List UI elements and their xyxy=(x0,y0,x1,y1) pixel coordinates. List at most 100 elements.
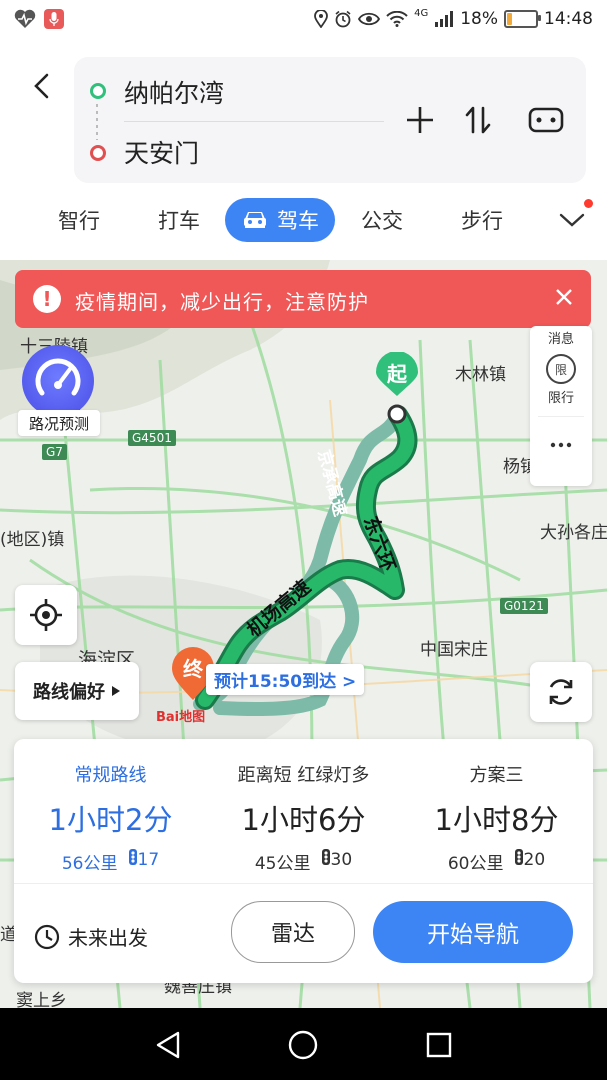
route-option-meta: 45公里 30 xyxy=(207,849,400,874)
locate-button[interactable] xyxy=(15,585,77,645)
map-label: 窦上乡 xyxy=(16,991,67,1008)
destination-dot xyxy=(90,145,106,161)
route-option-duration: 1小时6分 xyxy=(241,803,366,837)
future-departure-button[interactable]: 未来出发 xyxy=(34,922,148,951)
close-alert-button[interactable] xyxy=(551,284,577,310)
traffic-light-value: 30 xyxy=(330,850,353,870)
more-options-button[interactable] xyxy=(530,434,592,453)
close-icon xyxy=(556,289,572,305)
car-settings-button[interactable] xyxy=(526,100,566,140)
route-option-name: 距离短 红绿灯多 xyxy=(237,765,370,786)
route-input-divider xyxy=(124,121,384,122)
tab-smart[interactable]: 智行 xyxy=(40,198,118,242)
square-recents-icon xyxy=(426,1032,452,1058)
add-waypoint-button[interactable] xyxy=(400,100,440,140)
route-option-meta: 60公里 20 xyxy=(400,849,593,874)
signal-icon xyxy=(435,11,454,27)
route-option-duration: 1小时2分 xyxy=(48,803,173,837)
route-option-meta: 56公里 17 xyxy=(14,849,207,874)
status-left xyxy=(14,9,64,29)
future-departure-label: 未来出发 xyxy=(68,926,148,950)
alarm-icon xyxy=(335,10,351,28)
location-icon xyxy=(314,10,328,28)
alert-text: 疫情期间，减少出行，注意防护 xyxy=(75,290,369,314)
car-front-icon xyxy=(528,107,564,133)
more-dots-icon xyxy=(550,442,572,448)
swap-route-button[interactable] xyxy=(458,100,498,140)
refresh-route-button[interactable] xyxy=(530,662,592,722)
traffic-limit-button[interactable]: 限 限行 xyxy=(530,354,592,412)
info-icon: ! xyxy=(33,285,61,313)
route-option[interactable]: 方案三 1小时8分 60公里 20 xyxy=(400,761,593,874)
limit-label: 限行 xyxy=(547,391,574,406)
highway-shield: G4501 xyxy=(128,430,176,446)
route-option-name: 方案三 xyxy=(469,765,524,786)
route-preference-button[interactable]: 路线偏好 xyxy=(15,662,139,720)
start-marker[interactable]: 起 xyxy=(374,352,420,424)
eye-icon xyxy=(358,12,381,26)
caret-right-icon xyxy=(112,686,120,696)
clock: 14:48 xyxy=(544,9,593,29)
tab-taxi[interactable]: 打车 xyxy=(140,198,218,242)
tab-drive[interactable]: 驾车 xyxy=(225,198,335,242)
chevron-left-icon xyxy=(34,73,49,99)
origin-field[interactable]: 纳帕尔湾 xyxy=(124,74,224,110)
highway-shield: G7 xyxy=(42,444,67,460)
traffic-prediction-button[interactable] xyxy=(22,345,94,417)
highway-shield: G0121 xyxy=(500,598,548,614)
status-bar: 4G 18% 14:48 xyxy=(0,0,607,42)
route-option[interactable]: 距离短 红绿灯多 1小时6分 45公里 30 xyxy=(207,761,400,874)
tab-walk[interactable]: 步行 xyxy=(443,198,521,242)
nav-home-button[interactable] xyxy=(286,1028,320,1062)
limit-icon: 限 xyxy=(546,354,576,384)
traffic-light-count: 17 xyxy=(128,849,159,874)
triangle-back-icon xyxy=(156,1031,180,1059)
map-side-panel: 消息 限 限行 xyxy=(530,326,592,486)
route-option-duration: 1小时8分 xyxy=(434,803,559,837)
status-right: 4G 18% 14:48 xyxy=(314,8,593,29)
nav-recents-button[interactable] xyxy=(422,1028,456,1062)
card-divider xyxy=(14,883,593,884)
system-navigation-bar xyxy=(0,1008,607,1080)
back-button[interactable] xyxy=(28,70,56,102)
message-label[interactable]: 消息 xyxy=(530,328,592,347)
nav-back-button[interactable] xyxy=(152,1028,186,1062)
route-dots-connector xyxy=(96,104,98,140)
eta-bubble[interactable]: 预计15:50到达 > xyxy=(206,664,365,695)
plus-icon xyxy=(407,107,433,133)
route-option-distance: 56公里 xyxy=(61,854,118,874)
route-option-name: 常规路线 xyxy=(74,765,147,786)
traffic-light-icon xyxy=(321,849,330,865)
destination-field[interactable]: 天安门 xyxy=(124,134,199,170)
swap-icon xyxy=(465,106,491,134)
baidu-logo-text: Bai地图 xyxy=(156,710,206,725)
route-option[interactable]: 常规路线 1小时2分 56公里 17 xyxy=(14,761,207,874)
clock-icon xyxy=(34,924,60,949)
circle-home-icon xyxy=(288,1030,318,1060)
tab-drive-label: 驾车 xyxy=(277,209,319,233)
traffic-light-icon xyxy=(514,849,523,865)
mic-recording-icon xyxy=(44,9,64,29)
panel-divider xyxy=(538,416,584,417)
baidu-map-logo: Bai地图 xyxy=(156,706,205,725)
health-icon xyxy=(14,9,36,28)
map-label: (地区)镇 xyxy=(0,530,65,550)
route-preference-label: 路线偏好 xyxy=(33,682,105,703)
traffic-prediction-label[interactable]: 路况预测 xyxy=(18,410,100,436)
epidemic-alert-banner: ! 疫情期间，减少出行，注意防护 xyxy=(15,270,591,328)
notification-dot xyxy=(584,199,593,208)
origin-dot xyxy=(90,83,106,99)
route-options-card: 常规路线 1小时2分 56公里 17 距离短 红绿灯多 1小时6分 45公里 3… xyxy=(14,739,593,983)
map-label: 中国宋庄 xyxy=(420,640,488,660)
speedometer-icon xyxy=(35,358,81,396)
car-icon xyxy=(244,212,266,228)
battery-percent: 18% xyxy=(460,9,498,29)
radar-button[interactable]: 雷达 xyxy=(231,901,355,963)
map-label: 木林镇 xyxy=(455,365,506,385)
traffic-light-value: 20 xyxy=(523,850,546,870)
start-navigation-button[interactable]: 开始导航 xyxy=(373,901,573,963)
traffic-light-icon xyxy=(128,849,137,865)
tab-transit[interactable]: 公交 xyxy=(343,198,421,242)
route-option-distance: 60公里 xyxy=(447,854,504,874)
traffic-light-count: 30 xyxy=(321,849,353,874)
